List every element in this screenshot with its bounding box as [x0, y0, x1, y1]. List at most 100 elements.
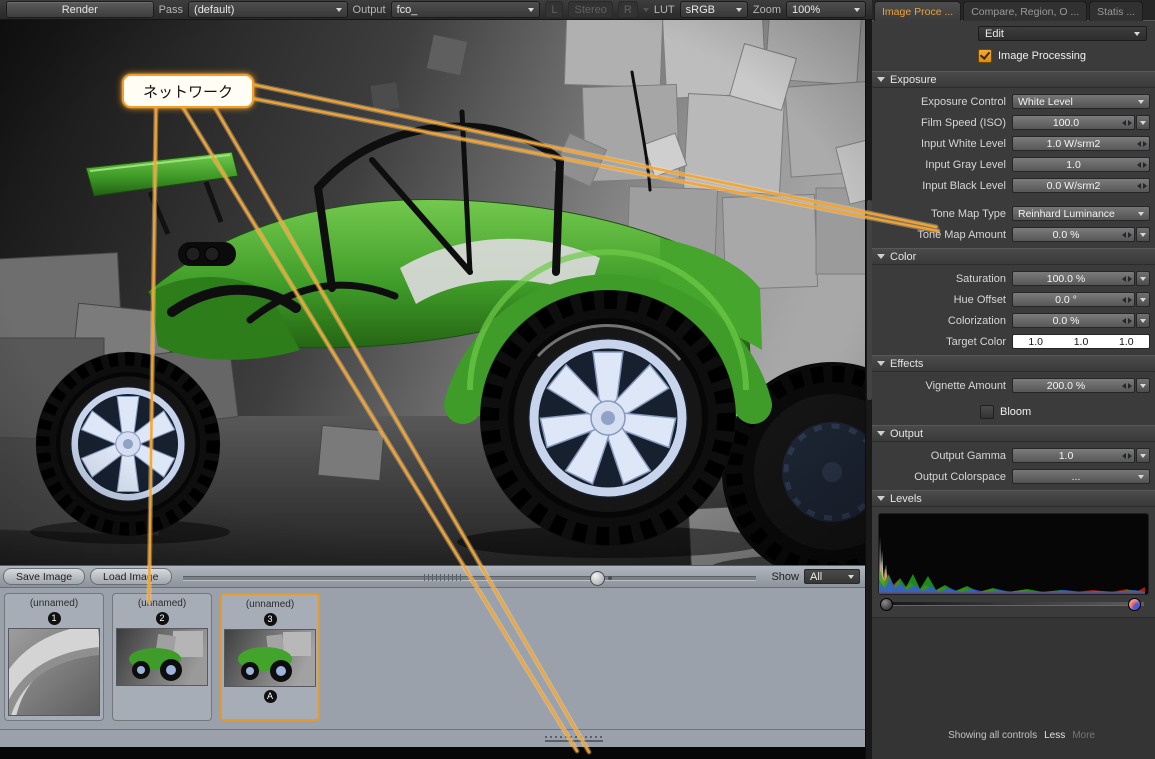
- tone-map-amount-field[interactable]: 0.0 %: [1012, 227, 1135, 242]
- chevron-down-icon[interactable]: [1136, 378, 1150, 393]
- stereo-button[interactable]: Stereo: [568, 1, 612, 18]
- section-exposure[interactable]: Exposure: [872, 71, 1155, 88]
- load-image-button[interactable]: Load Image: [90, 568, 171, 585]
- target-color-r[interactable]: 1.0: [1013, 335, 1058, 348]
- section-effects[interactable]: Effects: [872, 355, 1155, 372]
- more-link[interactable]: More: [1072, 730, 1095, 741]
- target-color-swatch-field[interactable]: 1.0 1.0 1.0: [1012, 334, 1150, 349]
- bloom-label: Bloom: [1000, 406, 1031, 418]
- exposure-control-row: Exposure Control White Level: [872, 94, 1150, 109]
- output-value: fco_: [397, 4, 525, 16]
- thumbnail-3-selected[interactable]: (unnamed) 3 A: [220, 593, 320, 721]
- output-colorspace-dropdown[interactable]: ...: [1012, 469, 1150, 484]
- film-speed-label: Film Speed (ISO): [872, 117, 1012, 129]
- section-output[interactable]: Output: [872, 425, 1155, 442]
- tab-image-processing[interactable]: Image Proce ...: [874, 1, 961, 21]
- mini-slider-icon[interactable]: [1119, 314, 1134, 327]
- chevron-down-icon[interactable]: [1136, 271, 1150, 286]
- levels-black-point-handle[interactable]: [880, 598, 893, 611]
- chevron-down-icon[interactable]: [1136, 313, 1150, 328]
- output-dropdown[interactable]: fco_: [391, 1, 541, 18]
- section-title: Exposure: [890, 74, 936, 86]
- input-white-level-field[interactable]: 1.0 W/srm2: [1012, 136, 1150, 151]
- render-button[interactable]: Render: [6, 1, 154, 18]
- input-white-level-value: 1.0 W/srm2: [1013, 138, 1134, 150]
- stereo-right-button[interactable]: R: [618, 1, 638, 18]
- tab-compare-region[interactable]: Compare, Region, O ...: [963, 1, 1087, 21]
- chevron-down-icon: [854, 8, 860, 12]
- film-speed-field[interactable]: 100.0: [1012, 115, 1135, 130]
- levels-white-point-handle[interactable]: [1128, 598, 1141, 611]
- vignette-amount-field[interactable]: 200.0 %: [1012, 378, 1135, 393]
- chevron-down-icon[interactable]: [1136, 448, 1150, 463]
- edit-dropdown[interactable]: Edit: [978, 26, 1147, 41]
- viewport-scrollbar[interactable]: [865, 20, 872, 759]
- levels-range-slider[interactable]: [880, 597, 1147, 611]
- mini-slider-icon[interactable]: [1134, 179, 1149, 192]
- bloom-checkbox[interactable]: [980, 405, 994, 419]
- show-filter-dropdown[interactable]: All: [804, 569, 860, 584]
- image-processing-toggle-row: Image Processing: [978, 49, 1155, 63]
- stereo-left-button[interactable]: L: [545, 1, 563, 18]
- colorization-field[interactable]: 0.0 %: [1012, 313, 1135, 328]
- pass-dropdown[interactable]: (default): [188, 1, 348, 18]
- mini-slider-icon[interactable]: [1119, 293, 1134, 306]
- exposure-control-dropdown[interactable]: White Level: [1012, 94, 1150, 109]
- output-gamma-field[interactable]: 1.0: [1012, 448, 1135, 463]
- colorization-label: Colorization: [872, 315, 1012, 327]
- hue-offset-value: 0.0 °: [1013, 294, 1119, 306]
- thumbnail-number-badge: 2: [156, 612, 169, 625]
- input-black-level-field[interactable]: 0.0 W/srm2: [1012, 178, 1150, 193]
- chevron-down-icon[interactable]: [1136, 115, 1150, 130]
- image-processing-label: Image Processing: [998, 50, 1086, 62]
- chevron-down-icon[interactable]: [1136, 292, 1150, 307]
- input-gray-level-value: 1.0: [1013, 159, 1134, 171]
- input-black-level-label: Input Black Level: [872, 180, 1012, 192]
- save-image-button[interactable]: Save Image: [3, 568, 85, 585]
- render-viewport[interactable]: [0, 20, 865, 565]
- lut-value: sRGB: [686, 4, 732, 16]
- input-gray-level-row: Input Gray Level 1.0: [872, 157, 1150, 172]
- mini-slider-icon[interactable]: [1119, 449, 1134, 462]
- collapse-triangle-icon: [877, 496, 885, 501]
- chevron-down-icon: [528, 8, 534, 12]
- hue-offset-row: Hue Offset 0.0 °: [872, 292, 1150, 307]
- thumbnail-scroll-slider[interactable]: [183, 568, 757, 586]
- thumbnail-image: [8, 628, 100, 716]
- target-color-b[interactable]: 1.0: [1104, 335, 1149, 348]
- film-speed-row: Film Speed (ISO) 100.0: [872, 115, 1150, 130]
- panel-tab-bar: Image Proce ... Compare, Region, O ... S…: [872, 0, 1155, 20]
- target-color-g[interactable]: 1.0: [1058, 335, 1103, 348]
- input-gray-level-field[interactable]: 1.0: [1012, 157, 1150, 172]
- image-processing-checkbox[interactable]: [978, 49, 992, 63]
- less-link[interactable]: Less: [1044, 730, 1065, 741]
- saturation-field[interactable]: 100.0 %: [1012, 271, 1135, 286]
- mini-slider-icon[interactable]: [1119, 228, 1134, 241]
- edit-value: Edit: [985, 28, 1130, 40]
- mini-slider-icon[interactable]: [1134, 137, 1149, 150]
- zoom-dropdown[interactable]: 100%: [786, 1, 866, 18]
- slider-dot: [608, 576, 612, 580]
- chevron-down-icon[interactable]: [1136, 227, 1150, 242]
- lut-dropdown[interactable]: sRGB: [680, 1, 748, 18]
- section-levels[interactable]: Levels: [872, 490, 1155, 507]
- thumbnail-number-badge: 3: [264, 613, 277, 626]
- tone-map-type-dropdown[interactable]: Reinhard Luminance: [1012, 206, 1150, 221]
- thumbnail-title: (unnamed): [246, 599, 294, 610]
- lut-label: LUT: [654, 4, 675, 16]
- slider-track[interactable]: [183, 576, 757, 581]
- chevron-down-icon[interactable]: [643, 8, 649, 12]
- vignette-amount-value: 200.0 %: [1013, 380, 1119, 392]
- mini-slider-icon[interactable]: [1134, 158, 1149, 171]
- output-colorspace-label: Output Colorspace: [872, 471, 1012, 483]
- section-color[interactable]: Color: [872, 248, 1155, 265]
- thumbnail-2[interactable]: (unnamed) 2: [112, 593, 212, 721]
- hue-offset-field[interactable]: 0.0 °: [1012, 292, 1135, 307]
- slider-handle[interactable]: [590, 571, 605, 586]
- mini-slider-icon[interactable]: [1119, 116, 1134, 129]
- tab-statistics[interactable]: Statis ...: [1089, 1, 1143, 21]
- mini-slider-icon[interactable]: [1119, 272, 1134, 285]
- thumbnail-1[interactable]: (unnamed) 1: [4, 593, 104, 721]
- panel-resize-grip[interactable]: [0, 729, 865, 748]
- mini-slider-icon[interactable]: [1119, 379, 1134, 392]
